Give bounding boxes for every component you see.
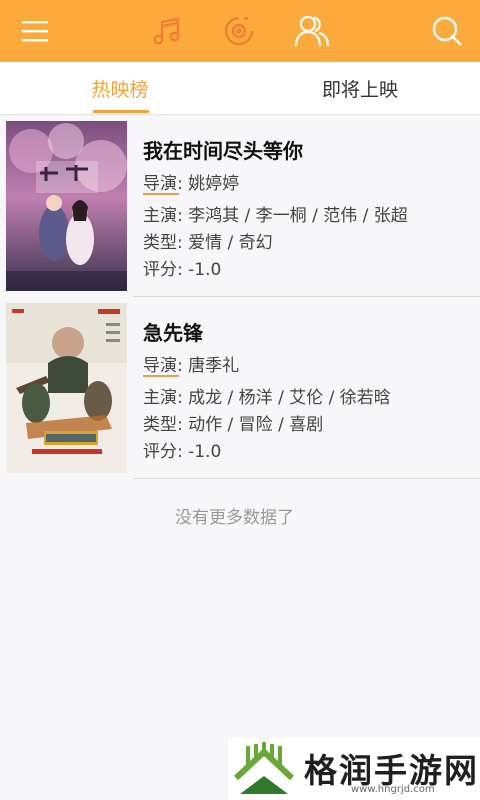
watermark: 格润手游网 www.hngrjd.com <box>228 738 480 800</box>
watermark-url: www.hngrjd.com <box>351 784 435 795</box>
director-label: 导演: <box>143 356 183 376</box>
tab-coming-soon[interactable]: 即将上映 <box>240 62 480 114</box>
director-underline <box>143 193 179 195</box>
movie-title: 我在时间尽头等你 <box>143 139 303 163</box>
movie-title: 急先锋 <box>143 321 203 345</box>
list-item[interactable]: 急先锋 导演: 唐季礼 主演: 成龙 / 杨洋 / 艾伦 / 徐若晗 类型: 动… <box>0 297 480 479</box>
movie-poster <box>6 121 127 291</box>
music-icon[interactable] <box>144 8 190 54</box>
cast-row: 主演: 李鸿其 / 李一桐 / 范伟 / 张超 <box>143 201 408 226</box>
rating-row: 评分: -1.0 <box>143 255 221 280</box>
cast-label: 主演: <box>143 388 183 408</box>
genre-label: 类型: <box>143 415 183 435</box>
director-label: 导演: <box>143 174 183 194</box>
genre-row: 类型: 动作 / 冒险 / 喜剧 <box>143 410 323 435</box>
cast-row: 主演: 成龙 / 杨洋 / 艾伦 / 徐若晗 <box>143 383 391 408</box>
cast-value: 李鸿其 / 李一桐 / 范伟 / 张超 <box>188 206 408 226</box>
genre-value: 爱情 / 奇幻 <box>188 233 273 253</box>
tab-now-showing[interactable]: 热映榜 <box>0 62 240 114</box>
cast-value: 成龙 / 杨洋 / 艾伦 / 徐若晗 <box>188 388 391 408</box>
movie-poster <box>6 303 127 473</box>
director-underline <box>143 375 179 377</box>
rating-label: 评分: <box>143 260 183 280</box>
rating-value: -1.0 <box>188 260 222 280</box>
genre-value: 动作 / 冒险 / 喜剧 <box>188 415 324 435</box>
tab-label: 热映榜 <box>91 78 149 101</box>
rating-label: 评分: <box>143 442 183 462</box>
disc-icon[interactable] <box>216 8 262 54</box>
director-row: 导演: 唐季礼 <box>143 351 239 376</box>
active-tab-indicator <box>93 110 149 113</box>
no-more-data-text: 没有更多数据了 <box>175 508 294 528</box>
genre-row: 类型: 爱情 / 奇幻 <box>143 228 273 253</box>
search-icon[interactable] <box>424 8 470 54</box>
menu-icon[interactable] <box>12 8 58 54</box>
users-icon[interactable] <box>289 8 335 54</box>
director-row: 导演: 姚婷婷 <box>143 169 239 194</box>
movie-list: 我在时间尽头等你 导演: 姚婷婷 主演: 李鸿其 / 李一桐 / 范伟 / 张超… <box>0 115 480 479</box>
list-item[interactable]: 我在时间尽头等你 导演: 姚婷婷 主演: 李鸿其 / 李一桐 / 范伟 / 张超… <box>0 115 480 297</box>
director-value: 唐季礼 <box>188 356 240 376</box>
rating-row: 评分: -1.0 <box>143 437 221 462</box>
cast-label: 主演: <box>143 206 183 226</box>
tab-bar: 热映榜 即将上映 <box>0 62 480 115</box>
divider <box>133 478 480 479</box>
rating-value: -1.0 <box>188 442 222 462</box>
director-value: 姚婷婷 <box>188 174 240 194</box>
top-app-bar <box>0 0 480 62</box>
watermark-logo-icon <box>233 742 295 794</box>
genre-label: 类型: <box>143 233 183 253</box>
tab-label: 即将上映 <box>321 78 398 101</box>
